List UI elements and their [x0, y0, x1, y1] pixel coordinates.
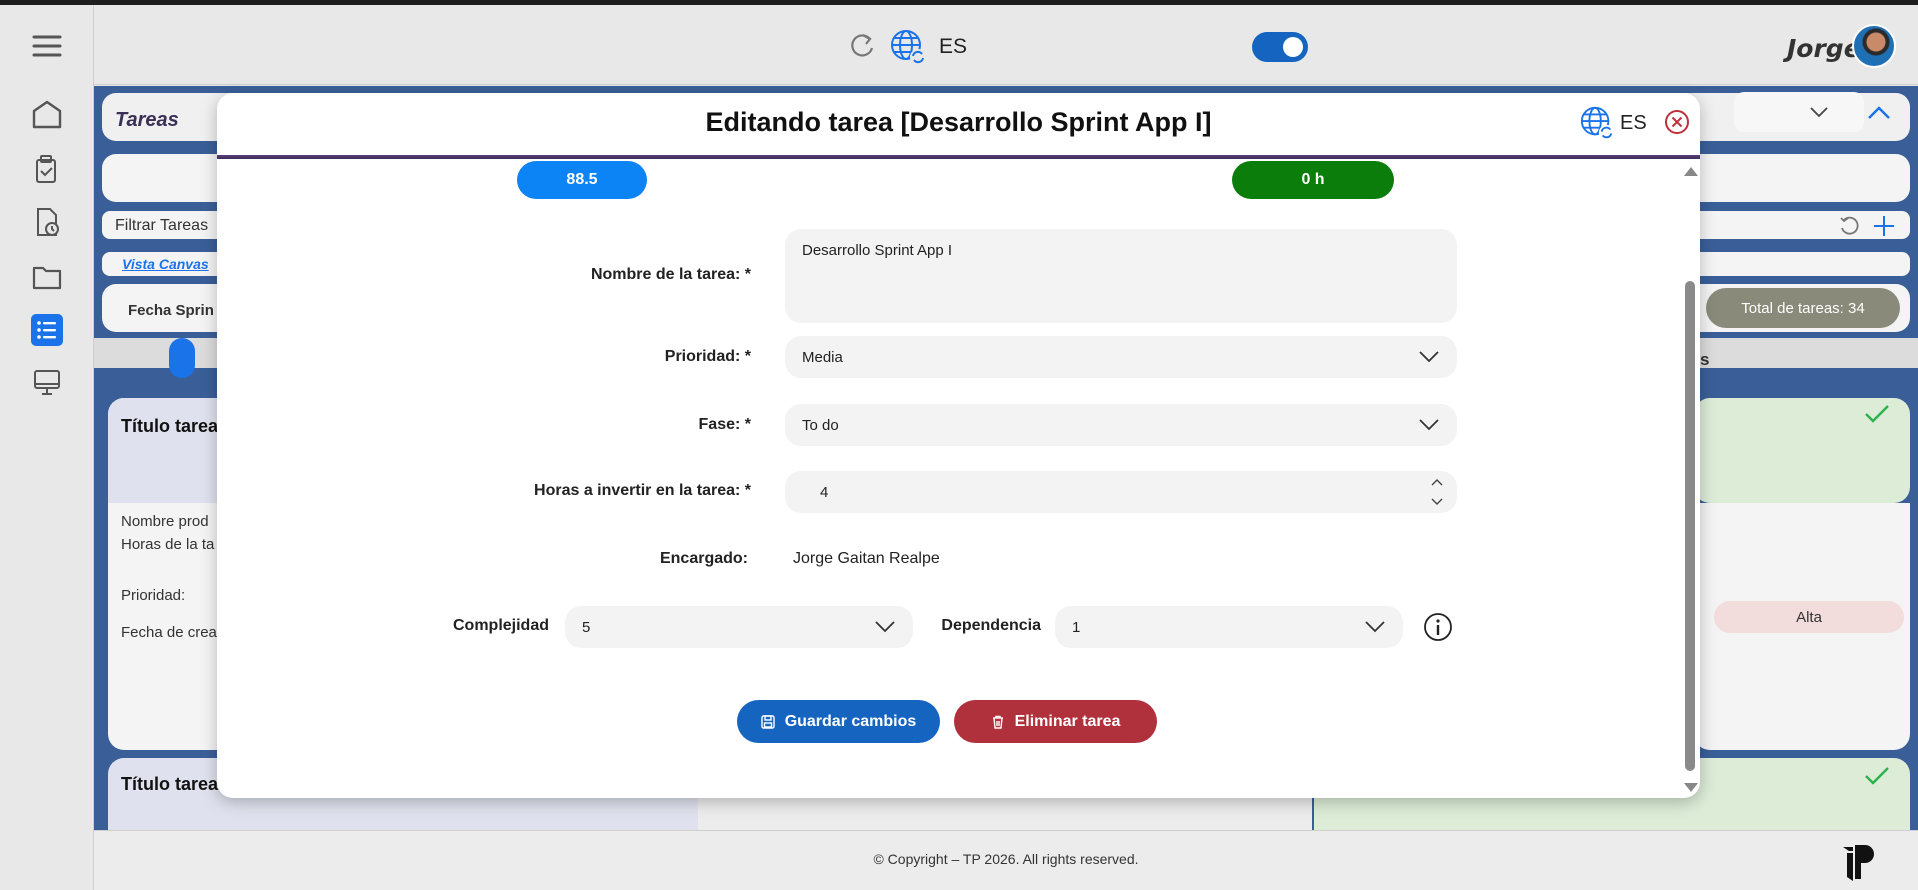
modal-title: Editando tarea [Desarrollo Sprint App I]: [705, 107, 1212, 137]
task-list-icon-active[interactable]: [28, 311, 66, 349]
created-date-label: Fecha de crea: [121, 624, 217, 641]
dependency-label: Dependencia: [941, 617, 1041, 634]
scroll-down-arrow[interactable]: [1684, 783, 1698, 792]
chevron-down-icon: [1419, 351, 1439, 363]
clipboard-check-icon[interactable]: [28, 150, 66, 188]
task-name-value: Desarrollo Sprint App I: [802, 242, 953, 259]
chevron-down-icon: [875, 621, 895, 633]
sprint-date-label: Fecha Sprin: [128, 302, 214, 319]
total-tasks-badge: Total de tareas: 34: [1706, 288, 1900, 328]
left-sidebar: [0, 5, 94, 890]
user-avatar[interactable]: [1852, 24, 1896, 68]
header-language-label[interactable]: ES: [939, 35, 967, 59]
top-header: ES Jorge: [94, 5, 1918, 85]
hours-number-input[interactable]: 4: [785, 471, 1457, 513]
hours-input-value: 4: [820, 483, 829, 501]
priority-label: Prioridad:: [121, 587, 186, 604]
check-icon: [1865, 767, 1889, 785]
modal-title-divider: [217, 155, 1700, 159]
owner-value: Jorge Gaitan Realpe: [793, 550, 940, 567]
complexity-select[interactable]: 5: [565, 606, 913, 648]
copyright-text: © Copyright – TP 2026. All rights reserv…: [873, 851, 1139, 867]
filter-tasks-label: Filtrar Tareas: [115, 217, 209, 234]
drag-handle[interactable]: [169, 338, 195, 378]
task-name-textarea[interactable]: Desarrollo Sprint App I: [785, 229, 1457, 323]
chevron-down-icon: [1365, 621, 1385, 633]
globe-sync-icon[interactable]: [1579, 105, 1615, 141]
phase-select-value: To do: [802, 416, 839, 434]
hours-field-label: Horas a invertir en la tarea: *: [534, 482, 751, 499]
task-card-2-title: Título tarea: [121, 774, 219, 794]
column-header-fragment: s: [1700, 350, 1710, 369]
canvas-view-link[interactable]: Vista Canvas: [122, 256, 209, 272]
complexity-select-value: 5: [582, 618, 591, 636]
folder-icon[interactable]: [28, 257, 66, 295]
menu-icon[interactable]: [28, 27, 66, 65]
save-changes-button[interactable]: Guardar cambios: [737, 700, 940, 743]
user-name: Jorge: [1787, 34, 1861, 63]
reset-filter-icon[interactable]: [1838, 215, 1860, 237]
hours-pill: 0 h: [1232, 161, 1394, 199]
complexity-label: Complejidad: [452, 617, 549, 634]
priority-badge: Alta: [1714, 601, 1904, 633]
close-icon[interactable]: [1664, 109, 1690, 135]
save-changes-label: Guardar cambios: [784, 712, 917, 730]
task-card-1-title: Título tarea: [121, 416, 219, 436]
phase-select[interactable]: To do: [785, 404, 1457, 446]
chevron-down-icon: [1419, 419, 1439, 431]
delete-task-button[interactable]: Eliminar tarea: [954, 700, 1157, 743]
page-footer: © Copyright – TP 2026. All rights reserv…: [94, 830, 1918, 890]
edit-task-modal: Editando tarea [Desarrollo Sprint App I]…: [217, 93, 1700, 798]
refresh-icon[interactable]: [846, 30, 878, 62]
dependency-select[interactable]: 1: [1055, 606, 1403, 648]
tasks-section-title: Tareas: [115, 109, 179, 131]
chevron-down-icon: [1810, 107, 1828, 118]
save-icon: [760, 714, 775, 729]
task-hours-label: Horas de la ta: [121, 536, 215, 553]
priority-select[interactable]: Media: [785, 336, 1457, 378]
task-name-label: Nombre de la tarea: *: [590, 266, 751, 283]
phase-field-label: Fase: *: [698, 416, 751, 433]
progress-pill: 88.5: [517, 161, 647, 199]
monitor-icon[interactable]: [28, 364, 66, 402]
dependency-select-value: 1: [1072, 618, 1081, 636]
owner-label: Encargado:: [659, 550, 748, 567]
trash-icon: [992, 715, 1003, 729]
header-toggle-switch[interactable]: [1252, 32, 1308, 62]
collapse-up-icon[interactable]: [1867, 106, 1891, 120]
check-icon: [1865, 405, 1889, 423]
tasks-dropdown[interactable]: [1734, 92, 1864, 132]
document-clock-icon[interactable]: [28, 203, 66, 241]
add-task-icon[interactable]: [1872, 214, 1896, 238]
priority-select-value: Media: [802, 348, 843, 366]
delete-task-label: Eliminar tarea: [1014, 712, 1121, 730]
home-icon[interactable]: [28, 95, 66, 133]
globe-sync-icon[interactable]: [889, 28, 927, 66]
info-icon[interactable]: [1423, 612, 1453, 642]
scroll-up-arrow[interactable]: [1684, 167, 1698, 176]
product-name-label: Nombre prod: [121, 513, 209, 530]
scrollbar-thumb[interactable]: [1685, 281, 1695, 771]
priority-field-label: Prioridad: *: [664, 348, 751, 365]
tp-logo-icon: [1843, 845, 1874, 881]
modal-language-label[interactable]: ES: [1620, 112, 1647, 135]
number-stepper-icon[interactable]: [1431, 475, 1443, 509]
